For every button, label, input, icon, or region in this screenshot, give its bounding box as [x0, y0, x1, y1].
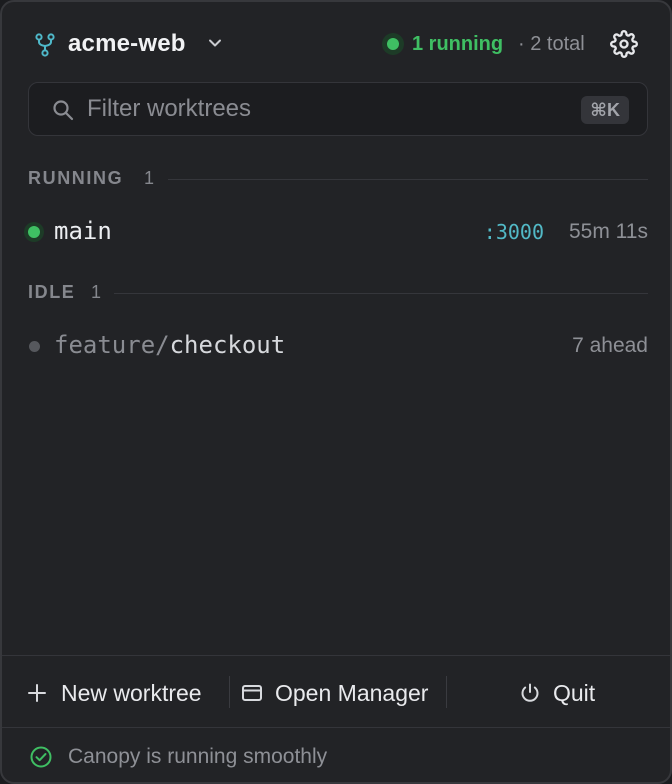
idle-status-dot [29, 341, 40, 352]
worktree-row-main[interactable]: main :3000 55m 11s [22, 210, 650, 254]
section-title: IDLE [28, 282, 76, 302]
search-icon [53, 100, 74, 121]
git-branch-icon [35, 33, 55, 57]
running-status-dot [24, 222, 44, 242]
open-manager-button[interactable]: Open Manager [234, 656, 442, 728]
new-worktree-label: New worktree [61, 680, 202, 706]
section-header-idle: IDLE 1 [28, 282, 648, 306]
search-box[interactable]: ⌘K [28, 82, 648, 136]
repo-name[interactable]: acme-web [68, 30, 186, 58]
plus-icon [28, 684, 46, 702]
worktree-popover: acme-web 1 running · 2 total ⌘K RUNNING … [0, 0, 672, 784]
port-link[interactable]: :3000 [484, 220, 544, 244]
quit-label: Quit [553, 680, 596, 706]
chevron-down-icon[interactable] [207, 35, 223, 51]
branch-prefix: feature/ [54, 331, 170, 359]
footer-divider [446, 676, 447, 708]
footer-actions: New worktree Open Manager Quit [2, 655, 670, 728]
status-total-count: · 2 total [518, 33, 585, 55]
check-circle-icon [30, 746, 52, 768]
section-count: 1 [144, 168, 155, 188]
section-divider [168, 179, 648, 180]
quit-button[interactable]: Quit [452, 656, 662, 728]
commits-ahead: 7 ahead [572, 334, 648, 357]
header: acme-web 1 running · 2 total [2, 2, 670, 82]
gear-icon[interactable] [610, 30, 638, 58]
branch-name: feature/checkout [54, 331, 285, 359]
section-count: 1 [91, 282, 102, 302]
footer-divider [229, 676, 230, 708]
worktree-row-feature-checkout[interactable]: feature/checkout 7 ahead [22, 324, 650, 368]
status-running-count: 1 running [412, 33, 504, 55]
window-icon [242, 685, 262, 701]
section-title: RUNNING [28, 168, 124, 188]
uptime: 55m 11s [569, 220, 648, 243]
search-input[interactable] [87, 91, 567, 127]
branch-leaf: checkout [169, 331, 286, 359]
power-icon [521, 683, 539, 702]
section-divider [114, 293, 648, 294]
status-bar: Canopy is running smoothly [2, 729, 670, 782]
status-message: Canopy is running smoothly [68, 745, 328, 768]
shortcut-badge: ⌘K [581, 96, 629, 124]
branch-name: main [54, 217, 112, 245]
open-manager-label: Open Manager [275, 680, 429, 706]
running-status-dot [382, 33, 404, 55]
section-header-running: RUNNING 1 [28, 168, 648, 192]
new-worktree-button[interactable]: New worktree [16, 656, 222, 728]
